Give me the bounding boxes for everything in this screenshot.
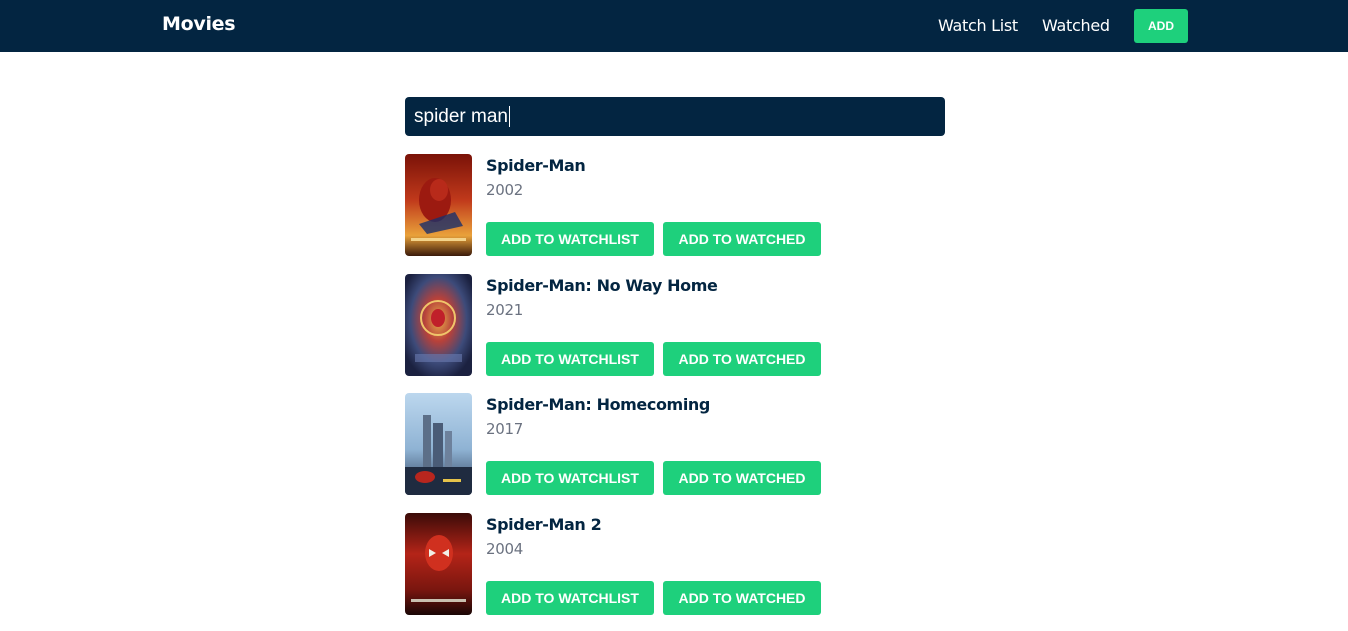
result-item: Spider-Man 2 2004 ADD TO WATCHLIST ADD T… [405, 513, 945, 615]
add-to-watched-button[interactable]: ADD TO WATCHED [663, 581, 821, 615]
result-item: Spider-Man 2002 ADD TO WATCHLIST ADD TO … [405, 154, 945, 256]
result-item: Spider-Man: No Way Home 2021 ADD TO WATC… [405, 274, 945, 376]
add-to-watched-button[interactable]: ADD TO WATCHED [663, 461, 821, 495]
movie-poster[interactable] [405, 513, 472, 615]
add-to-watchlist-button[interactable]: ADD TO WATCHLIST [486, 342, 654, 376]
movie-title[interactable]: Spider-Man: Homecoming [486, 395, 710, 414]
add-to-watched-button[interactable]: ADD TO WATCHED [663, 222, 821, 256]
brand-logo[interactable]: Movies [162, 13, 236, 35]
movie-poster[interactable] [405, 274, 472, 376]
search-input-value: spider man [414, 105, 508, 127]
nav-watched-link[interactable]: Watched [1042, 16, 1110, 35]
movie-poster[interactable] [405, 393, 472, 495]
movie-year: 2004 [486, 540, 523, 558]
add-to-watchlist-button[interactable]: ADD TO WATCHLIST [486, 461, 654, 495]
add-to-watchlist-button[interactable]: ADD TO WATCHLIST [486, 222, 654, 256]
add-to-watchlist-button[interactable]: ADD TO WATCHLIST [486, 581, 654, 615]
result-item: Spider-Man: Homecoming 2017 ADD TO WATCH… [405, 393, 945, 495]
movie-year: 2021 [486, 301, 523, 319]
add-button[interactable]: ADD [1134, 9, 1188, 43]
movie-year: 2017 [486, 420, 523, 438]
search-input[interactable]: spider man [405, 97, 945, 136]
movie-title[interactable]: Spider-Man 2 [486, 515, 602, 534]
text-caret [509, 106, 510, 127]
movie-title[interactable]: Spider-Man [486, 156, 586, 175]
movie-title[interactable]: Spider-Man: No Way Home [486, 276, 718, 295]
add-to-watched-button[interactable]: ADD TO WATCHED [663, 342, 821, 376]
movie-year: 2002 [486, 181, 523, 199]
movie-poster[interactable] [405, 154, 472, 256]
navbar: Movies Watch List Watched ADD [0, 0, 1348, 52]
nav-watch-list-link[interactable]: Watch List [938, 16, 1018, 35]
